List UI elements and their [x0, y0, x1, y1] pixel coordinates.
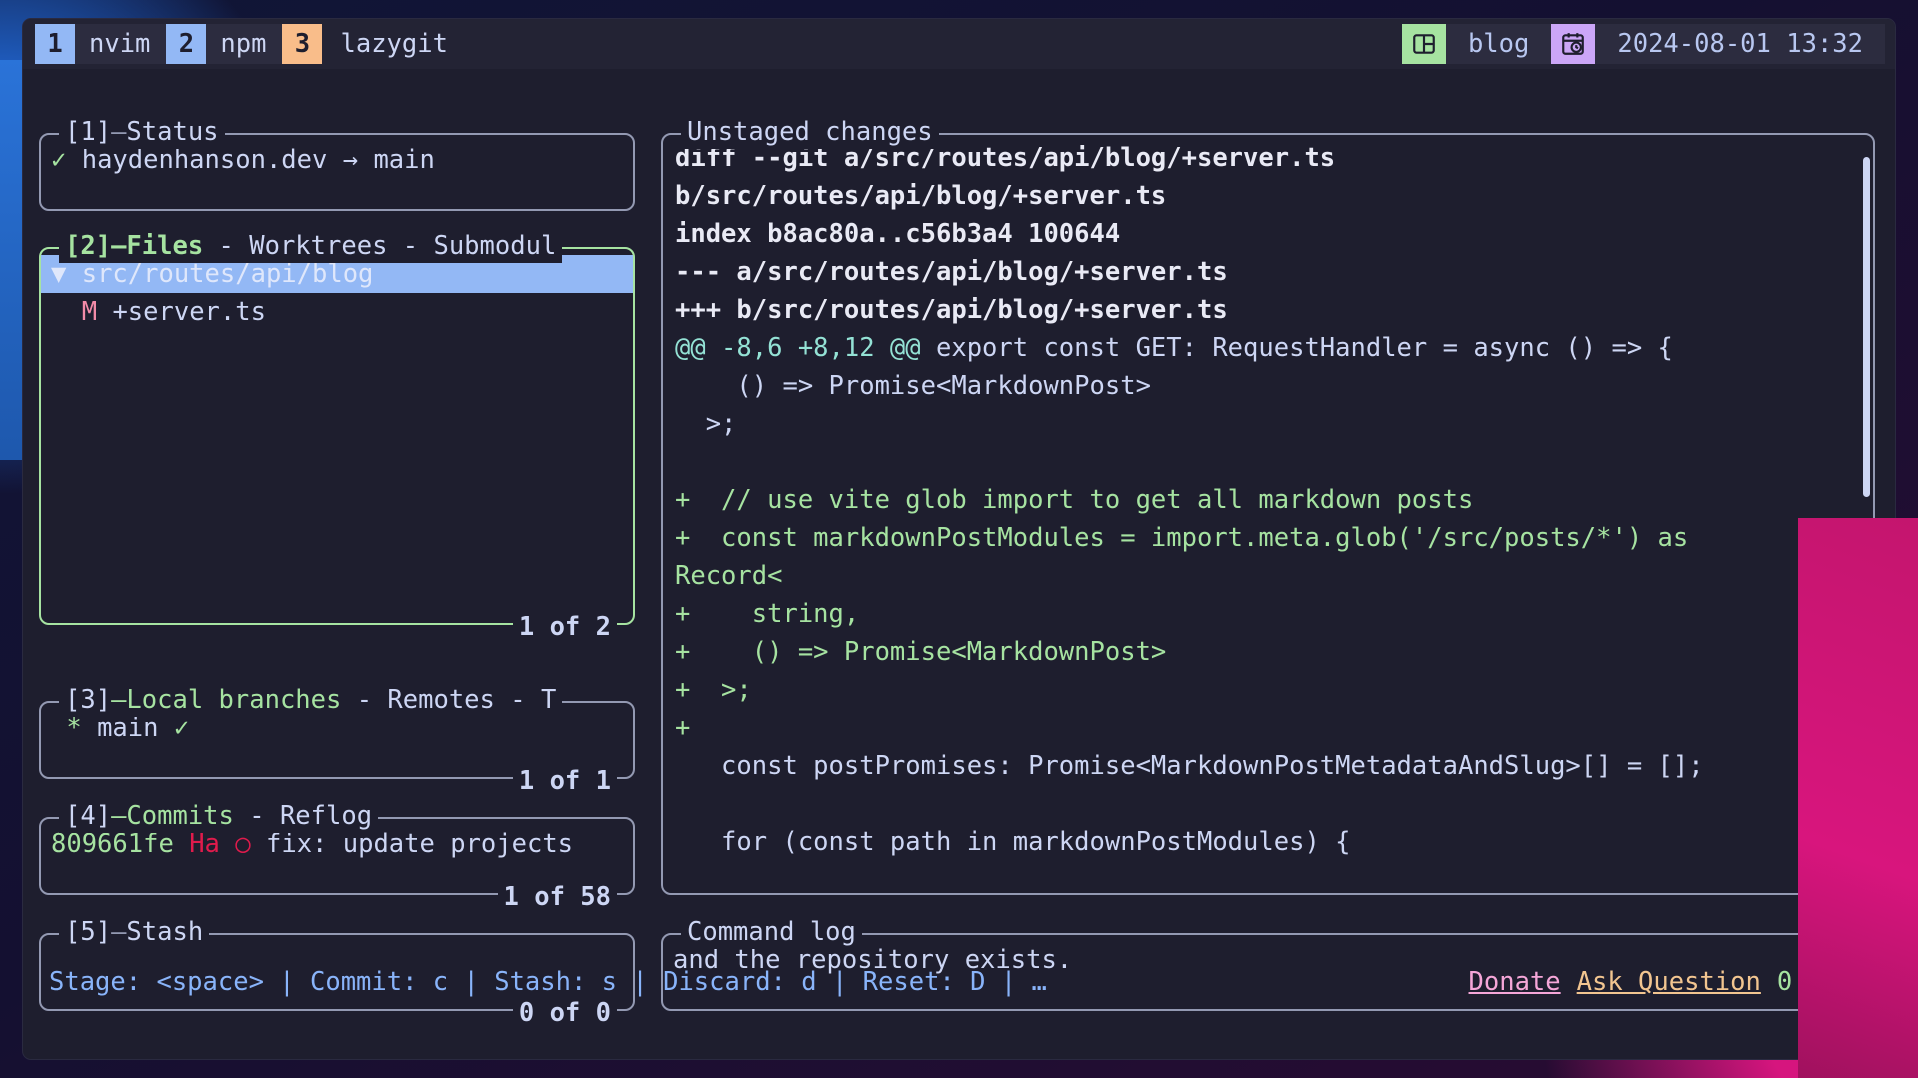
branches-panel-count: 1 of 1 — [512, 764, 617, 798]
layout-split-icon — [1401, 24, 1446, 64]
tmux-window-list: 1 nvim 2 npm 3 lazygit — [35, 24, 464, 64]
files-panel-title-text: Files — [126, 231, 204, 261]
current-branch-marker: * — [66, 713, 82, 743]
keybindings-links: Donate Ask Question 0.43.1 — [1469, 963, 1869, 1001]
branches-panel-title-text: Local branches — [126, 685, 342, 715]
donate-link[interactable]: Donate — [1469, 963, 1561, 1001]
ask-question-link[interactable]: Ask Question — [1577, 963, 1761, 1001]
tmux-window-index: 1 — [35, 24, 75, 64]
commits-panel-title-text: Commits — [126, 801, 234, 831]
files-panel[interactable]: [2]–Files - Worktrees - Submodul 1 of 2 … — [39, 229, 635, 644]
branches-panel-title: [3]–Local branches - Remotes - T — [59, 683, 563, 717]
commit-author: Ha — [189, 829, 220, 859]
diff-line-added: + string, — [675, 599, 860, 629]
main-panel-title: Unstaged changes — [681, 115, 939, 149]
tmux-window-nvim[interactable]: 1 nvim — [35, 24, 167, 64]
status-panel[interactable]: [1]–Status ✓ haydenhanson.dev → main — [39, 115, 635, 211]
files-panel-count: 1 of 2 — [512, 610, 617, 644]
desktop-background: 1 nvim 2 npm 3 lazygit blog 2024-08-01 1… — [0, 0, 1918, 1078]
diff-line: b/src/routes/api/blog/+server.ts — [675, 181, 1167, 211]
tmux-window-index: 3 — [282, 24, 323, 64]
check-icon: ✓ — [51, 145, 67, 175]
file-status-badge: M — [81, 297, 98, 327]
tmux-window-label: npm — [206, 24, 283, 64]
chevron-down-icon[interactable]: ▼ — [51, 259, 66, 289]
command-log-title: Command log — [681, 915, 862, 949]
tmux-status-right: blog 2024-08-01 13:32 — [1401, 24, 1885, 64]
tmux-status-bar: 1 nvim 2 npm 3 lazygit blog 2024-08-01 1… — [23, 19, 1895, 69]
tmux-window-lazygit[interactable]: 3 lazygit — [282, 24, 463, 64]
status-panel-title: [1]–Status — [59, 115, 225, 149]
stash-panel-index: [5] — [65, 917, 112, 947]
diff-hunk-line: @@ -8,6 +8,12 @@ export const GET: Reque… — [675, 329, 1861, 367]
diff-line: index b8ac80a..c56b3a4 100644 — [675, 219, 1121, 249]
commit-subject: fix: update projects — [265, 829, 574, 859]
diff-line-added: + // use vite glob import to get all mar… — [675, 485, 1474, 515]
diff-line: for (const path in markdownPostModules) … — [675, 827, 1351, 857]
branch-name-label: main — [97, 713, 159, 743]
file-name-label: +server.ts — [112, 297, 266, 327]
diff-line-added: + () => Promise<MarkdownPost> — [675, 637, 1167, 667]
diff-line — [675, 785, 1861, 823]
tmux-window-label: nvim — [75, 24, 167, 64]
diff-line-added: Record< — [675, 561, 783, 591]
tmux-window-label: lazygit — [340, 29, 448, 59]
title-separator: – — [111, 231, 127, 261]
commits-panel[interactable]: [4]–Commits - Reflog 1 of 58 809661fe Ha… — [39, 799, 635, 914]
keybindings-hints: Stage: <space> | Commit: c | Stash: s | … — [49, 967, 1047, 997]
commits-panel-count: 1 of 58 — [497, 880, 617, 914]
check-icon: ✓ — [173, 713, 190, 743]
terminal-window: 1 nvim 2 npm 3 lazygit blog 2024-08-01 1… — [22, 18, 1896, 1060]
title-separator: – — [111, 117, 127, 147]
status-panel-title-text: Status — [126, 117, 219, 147]
arrow-icon: → — [342, 145, 359, 175]
main-diff-panel[interactable]: Unstaged changes diff --git a/src/routes… — [661, 115, 1875, 895]
diff-line: +++ b/src/routes/api/blog/+server.ts — [675, 295, 1228, 325]
status-repo-name: haydenhanson.dev — [81, 145, 328, 175]
version-label: 0.43.1 — [1776, 967, 1869, 997]
tmux-window-npm[interactable]: 2 npm — [166, 24, 283, 64]
files-panel-index: [2] — [65, 231, 112, 261]
commits-panel-title: [4]–Commits - Reflog — [59, 799, 379, 833]
branches-panel-tabs: - Remotes - T — [341, 685, 557, 715]
diff-line-added: + const markdownPostModules = import.met… — [675, 523, 1689, 553]
diff-hunk-context: export const GET: RequestHandler = async… — [920, 333, 1673, 363]
file-path-label: src/routes/api/blog — [81, 259, 374, 289]
diff-content: diff --git a/src/routes/api/blog/+server… — [663, 135, 1873, 893]
commit-graph-icon: ○ — [235, 829, 251, 859]
title-separator: – — [111, 685, 127, 715]
commits-panel-index: [4] — [65, 801, 112, 831]
title-separator: – — [111, 917, 127, 947]
diff-hunk-marker: @@ -8,6 +8,12 @@ — [675, 333, 921, 363]
stash-panel-title-text: Stash — [126, 917, 204, 947]
diff-scrollbar[interactable] — [1863, 157, 1870, 497]
keybindings-bar: Stage: <space> | Commit: c | Stash: s | … — [23, 961, 1895, 1003]
file-tree-row-file[interactable]: M +server.ts — [51, 293, 623, 331]
diff-line — [675, 443, 1861, 481]
branches-panel-index: [3] — [65, 685, 112, 715]
tmux-clock: 2024-08-01 13:32 — [1595, 24, 1885, 64]
lazygit-app: [1]–Status ✓ haydenhanson.dev → main [2]… — [23, 69, 1895, 1030]
status-panel-index: [1] — [65, 117, 112, 147]
commit-hash: 809661fe — [51, 829, 174, 859]
tmux-window-index: 2 — [166, 24, 207, 64]
files-panel-tabs: - Worktrees - Submodul — [203, 231, 557, 261]
diff-line: --- a/src/routes/api/blog/+server.ts — [675, 257, 1228, 287]
files-panel-body: ▼ src/routes/api/blog M +server.ts — [41, 249, 633, 623]
status-branch-name: main — [373, 145, 435, 175]
diff-line: >; — [675, 409, 737, 439]
tmux-session-name: blog — [1445, 24, 1552, 64]
commits-panel-tabs: - Reflog — [233, 801, 373, 831]
files-panel-title: [2]–Files - Worktrees - Submodul — [59, 229, 563, 263]
stash-panel-title: [5]–Stash — [59, 915, 210, 949]
calendar-clock-icon — [1551, 24, 1596, 64]
diff-line-added: + >; — [675, 675, 752, 705]
diff-line: const postPromises: Promise<MarkdownPost… — [675, 751, 1704, 781]
diff-line-added: + — [675, 713, 691, 743]
diff-line: () => Promise<MarkdownPost> — [675, 371, 1151, 401]
title-separator: – — [111, 801, 127, 831]
branches-panel[interactable]: [3]–Local branches - Remotes - T 1 of 1 … — [39, 683, 635, 798]
